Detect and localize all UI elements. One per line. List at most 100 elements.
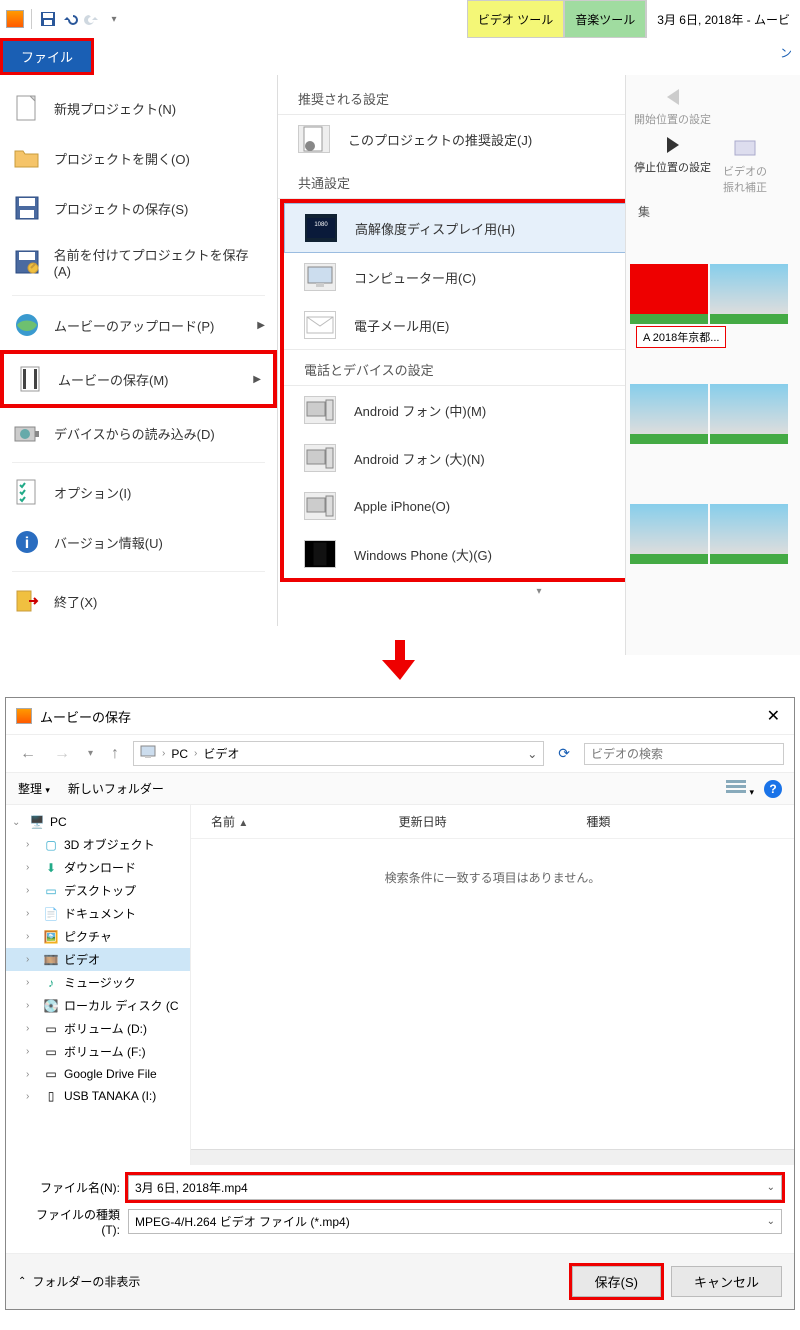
qat-customize-icon[interactable]: ▾ (104, 9, 124, 29)
tree-downloads[interactable]: ›⬇ダウンロード (6, 856, 190, 879)
ribbon-start-pos[interactable]: 開始位置の設定 (634, 87, 711, 127)
doc-gear-icon (298, 125, 330, 153)
tree-volume-f[interactable]: ›▭ボリューム (F:) (6, 1040, 190, 1063)
timeline-clip[interactable] (710, 264, 788, 324)
search-input[interactable] (584, 743, 784, 765)
file-tab[interactable]: ファイル (0, 38, 94, 75)
qat-save-icon[interactable] (38, 9, 58, 29)
file-import-device-label: デバイスからの読み込み(D) (54, 424, 215, 443)
tree-videos[interactable]: ›🎞️ビデオ (6, 948, 190, 971)
submenu-hd-label: 高解像度ディスプレイ用(H) (355, 219, 515, 238)
file-upload-movie[interactable]: ムービーのアップロード(P) ▶ (0, 300, 277, 350)
tree-localdisk[interactable]: ›💽ローカル ディスク (C (6, 994, 190, 1017)
col-date[interactable]: 更新日時 (399, 813, 587, 830)
filename-label: ファイル名(N): (18, 1179, 128, 1196)
folder-open-icon (14, 145, 40, 171)
file-open-project-label: プロジェクトを開く(O) (54, 149, 190, 168)
qat-redo-icon[interactable] (82, 9, 102, 29)
qat-undo-icon[interactable] (60, 9, 80, 29)
arrow-right-icon: ▶ (257, 320, 265, 331)
nav-back-icon[interactable]: ← (16, 743, 40, 765)
submenu-this-project-label: このプロジェクトの推奨設定(J) (348, 130, 532, 149)
folder-tree[interactable]: ⌄🖥️PC ›▢3D オブジェクト ›⬇ダウンロード ›▭デスクトップ ›📄ドキ… (6, 805, 191, 1165)
tree-3d-objects[interactable]: ›▢3D オブジェクト (6, 833, 190, 856)
ribbon-stabilize[interactable]: ビデオの 振れ補正 (723, 135, 767, 195)
film-icon (18, 366, 44, 392)
toolbar-new-folder[interactable]: 新しいフォルダー (68, 780, 164, 797)
pc-icon (140, 745, 156, 762)
dropdown-icon[interactable]: ⌄ (767, 1182, 775, 1193)
timeline-row-3[interactable] (630, 504, 796, 564)
tree-pc[interactable]: ⌄🖥️PC (6, 811, 190, 833)
breadcrumb[interactable]: › PC › ビデオ ⌄ (133, 741, 544, 766)
timeline-row-1[interactable] (630, 264, 796, 324)
list-header[interactable]: 名前 ▲ 更新日時 種類 (191, 805, 794, 839)
nav-recent-icon[interactable]: ▾ (84, 746, 97, 761)
file-save-as-project[interactable]: 名前を付けてプロジェクトを保存(A) (0, 233, 277, 291)
file-save-movie[interactable]: ムービーの保存(M) ▶ (0, 350, 277, 408)
tree-music[interactable]: ›♪ミュージック (6, 971, 190, 994)
music-icon: ♪ (42, 975, 60, 991)
phone-dark-icon (304, 540, 336, 568)
tree-pictures[interactable]: ›🖼️ピクチャ (6, 925, 190, 948)
file-open-project[interactable]: プロジェクトを開く(O) (0, 133, 277, 183)
file-new-project[interactable]: 新規プロジェクト(N) (0, 83, 277, 133)
objects3d-icon: ▢ (42, 837, 60, 853)
timeline-clip[interactable] (630, 504, 708, 564)
horizontal-scrollbar[interactable] (191, 1149, 794, 1165)
camera-icon (14, 420, 40, 446)
ribbon-stop-pos[interactable]: 停止位置の設定 (634, 135, 711, 195)
submenu-email-label: 電子メール用(E) (354, 316, 449, 335)
col-name[interactable]: 名前 ▲ (211, 813, 399, 830)
drive-icon: ▭ (42, 1044, 60, 1060)
filename-input[interactable]: 3月 6日, 2018年.mp4 ⌄ (128, 1175, 782, 1200)
dropdown-icon[interactable]: ⌄ (767, 1216, 775, 1227)
save-disk-icon (14, 195, 40, 221)
hide-folders-toggle[interactable]: ⌃ フォルダーの非表示 (18, 1273, 140, 1290)
chevron-up-icon: ⌃ (18, 1276, 26, 1287)
timeline-clip[interactable] (630, 264, 708, 324)
context-tab-video[interactable]: ビデオ ツール (467, 0, 564, 38)
toolbar-organize[interactable]: 整理 ▾ (18, 780, 50, 797)
timeline-row-2[interactable] (630, 384, 796, 444)
tree-documents[interactable]: ›📄ドキュメント (6, 902, 190, 925)
view-mode-icon[interactable]: ▾ (726, 779, 754, 798)
timeline-clip[interactable] (630, 384, 708, 444)
nav-forward-icon[interactable]: → (50, 743, 74, 765)
file-version[interactable]: i バージョン情報(U) (0, 517, 277, 567)
file-import-device[interactable]: デバイスからの読み込み(D) (0, 408, 277, 458)
file-save-project[interactable]: プロジェクトの保存(S) (0, 183, 277, 233)
titlebar: ▾ ビデオ ツール 音楽ツール 3月 6日, 2018年 - ムービ (0, 0, 800, 38)
cancel-button[interactable]: キャンセル (671, 1266, 782, 1297)
tree-usb[interactable]: ›▯USB TANAKA (I:) (6, 1085, 190, 1107)
help-icon[interactable]: ? (764, 780, 782, 798)
file-options[interactable]: オプション(I) (0, 467, 277, 517)
download-icon: ⬇ (42, 860, 60, 876)
monitor-hd-icon: 1080 (305, 214, 337, 242)
close-icon[interactable]: ✕ (763, 706, 784, 726)
file-exit[interactable]: 終了(X) (0, 576, 277, 626)
submenu-winphone-label: Windows Phone (大)(G) (354, 545, 492, 564)
drive-icon: ▭ (42, 1021, 60, 1037)
tree-volume-d[interactable]: ›▭ボリューム (D:) (6, 1017, 190, 1040)
document-icon: 📄 (42, 906, 60, 922)
save-button[interactable]: 保存(S) (572, 1266, 661, 1297)
window-title: 3月 6日, 2018年 - ムービ (646, 0, 800, 38)
breadcrumb-drop-icon[interactable]: ⌄ (527, 747, 537, 761)
breadcrumb-pc[interactable]: PC (171, 747, 188, 761)
timeline-clip[interactable] (710, 384, 788, 444)
arrow-right-icon: ▶ (253, 374, 261, 385)
timeline-clip[interactable] (710, 504, 788, 564)
file-version-label: バージョン情報(U) (54, 533, 163, 552)
file-upload-movie-label: ムービーのアップロード(P) (54, 316, 214, 335)
tree-gdrive[interactable]: ›▭Google Drive File (6, 1063, 190, 1085)
refresh-icon[interactable]: ⟳ (554, 741, 574, 766)
filetype-select[interactable]: MPEG-4/H.264 ビデオ ファイル (*.mp4) ⌄ (128, 1209, 782, 1234)
col-type[interactable]: 種類 (586, 813, 774, 830)
tree-desktop[interactable]: ›▭デスクトップ (6, 879, 190, 902)
checklist-icon (14, 479, 40, 505)
breadcrumb-video[interactable]: ビデオ (203, 745, 239, 762)
context-tab-music[interactable]: 音楽ツール (564, 0, 646, 38)
nav-up-icon[interactable]: ↑ (107, 743, 123, 765)
submenu-computer-label: コンピューター用(C) (354, 268, 476, 287)
